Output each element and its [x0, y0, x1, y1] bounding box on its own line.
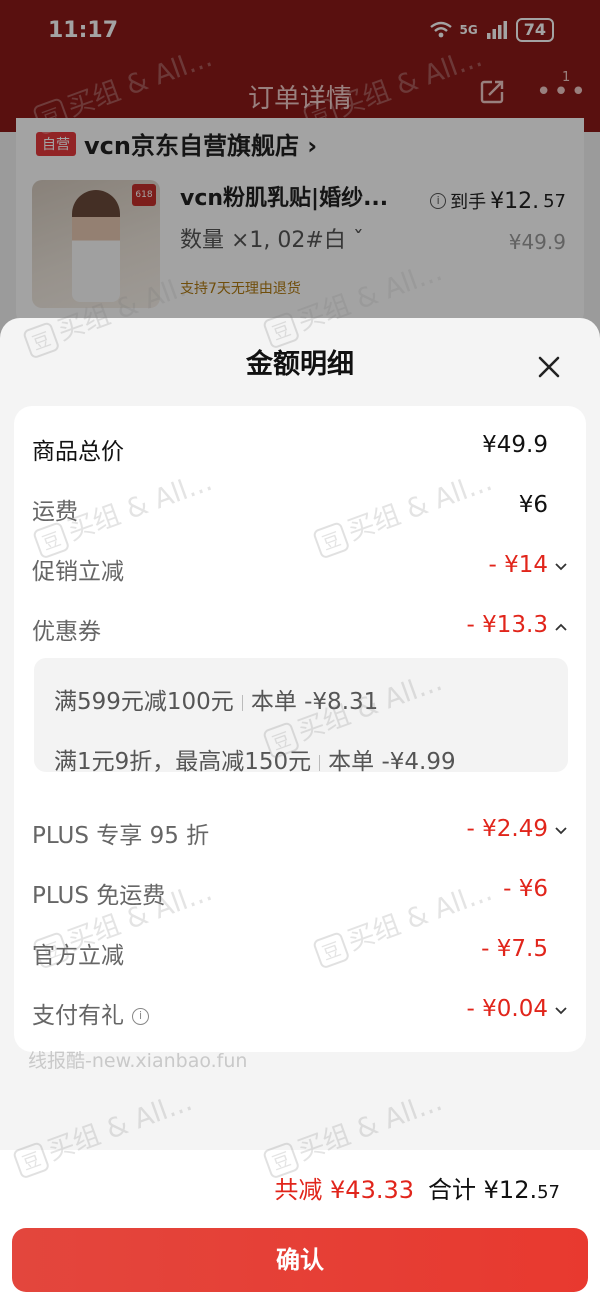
row-label: 促销立减 [32, 559, 124, 585]
source-watermark: 线报酷-new.xianbao.fun [28, 1050, 248, 1072]
chevron-up-icon[interactable] [554, 620, 568, 634]
total-amount: ¥12. [483, 1176, 538, 1204]
row-coupon[interactable]: 优惠券 - ¥13.3 [14, 598, 586, 658]
row-plus-discount[interactable]: PLUS 专享 95 折 - ¥2.49 [14, 802, 586, 862]
row-goods-total: 商品总价 ¥49.9 [14, 418, 586, 478]
coupon-item: 满599元减100元 本单 -¥8.31 [54, 682, 378, 716]
total-saved: 共减 ¥43.33 [274, 1176, 415, 1204]
row-amount: - ¥2.49 [466, 816, 548, 842]
confirm-button[interactable]: 确认 [12, 1228, 588, 1292]
close-icon[interactable] [530, 348, 568, 386]
row-label: PLUS 免运费 [32, 883, 166, 909]
coupon-name: 满599元减100元 [54, 689, 234, 715]
total-label: 合计 [428, 1176, 477, 1204]
total-summary: 共减 ¥43.33 合计 ¥12.57 [274, 1170, 560, 1205]
row-amount: - ¥7.5 [481, 936, 548, 962]
sheet-title: 金额明细 [246, 349, 354, 380]
row-plus-free-shipping: PLUS 免运费 - ¥6 [14, 862, 586, 922]
coupon-name: 满1元9折，最高减150元 [54, 749, 312, 775]
amount-detail-card: 商品总价 ¥49.9 运费 ¥6 促销立减 - ¥14 优惠券 - ¥13.3 … [14, 406, 586, 1052]
row-official-discount: 官方立减 - ¥7.5 [14, 922, 586, 982]
chevron-down-icon[interactable] [554, 560, 568, 574]
row-amount: ¥49.9 [482, 432, 548, 458]
checkout-footer: 共减 ¥43.33 合计 ¥12.57 确认 [0, 1150, 600, 1305]
row-amount: - ¥14 [488, 552, 548, 578]
row-amount: - ¥13.3 [466, 612, 548, 638]
amount-detail-sheet: 金额明细 商品总价 ¥49.9 运费 ¥6 促销立减 - ¥14 优惠券 - ¥… [0, 318, 600, 1305]
row-label: 运费 [32, 499, 78, 525]
coupon-item: 满1元9折，最高减150元 本单 -¥4.99 [54, 742, 456, 776]
row-payment-gift[interactable]: 支付有礼 i - ¥0.04 [14, 982, 586, 1042]
row-label: 商品总价 [32, 439, 124, 465]
coupon-value: 本单 -¥4.99 [328, 749, 456, 775]
coupon-value: 本单 -¥8.31 [250, 689, 379, 715]
row-amount: ¥6 [518, 492, 548, 518]
row-amount: - ¥0.04 [466, 996, 548, 1022]
info-icon[interactable]: i [132, 1008, 149, 1025]
row-amount: - ¥6 [503, 876, 548, 902]
row-promotion[interactable]: 促销立减 - ¥14 [14, 538, 586, 598]
chevron-down-icon[interactable] [554, 824, 568, 838]
chevron-down-icon[interactable] [554, 1004, 568, 1018]
row-label: PLUS 专享 95 折 [32, 823, 210, 849]
total-cents: 57 [537, 1182, 560, 1203]
coupon-detail-box: 满599元减100元 本单 -¥8.31 满1元9折，最高减150元 本单 -¥4.… [34, 658, 568, 775]
row-label: 官方立减 [32, 943, 124, 969]
row-label: 支付有礼 i [32, 996, 149, 1030]
row-label: 优惠券 [32, 619, 101, 645]
row-shipping: 运费 ¥6 [14, 478, 586, 538]
